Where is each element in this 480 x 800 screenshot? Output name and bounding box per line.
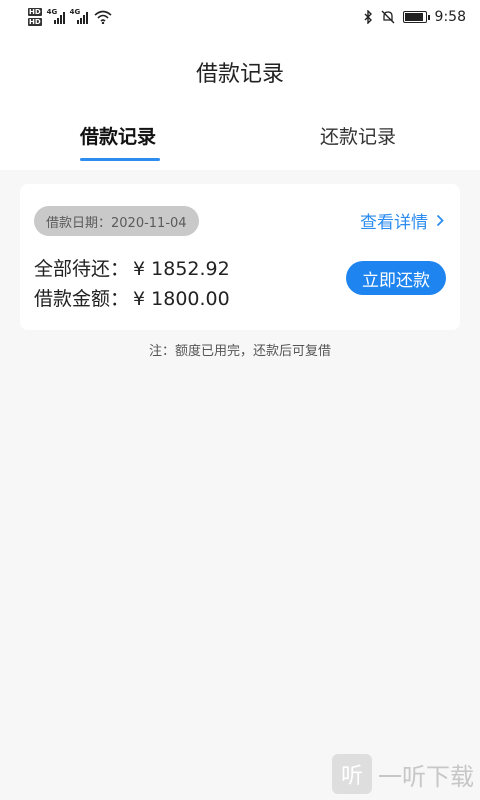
chevron-right-icon (436, 214, 444, 227)
hd-icon: HD HD (28, 8, 42, 26)
status-bar-right: 9:58 (363, 9, 466, 25)
watermark-text: 一听下载 (378, 762, 474, 791)
loan-amount-label: 借款金额： (34, 288, 130, 310)
status-bar-left: HD HD 4G 4G (28, 8, 112, 26)
wifi-icon (94, 10, 112, 24)
tab-repayment-records[interactable]: 还款记录 (320, 122, 396, 149)
view-details-link[interactable]: 查看详情 (360, 208, 444, 233)
loan-amount-value: ¥ 1800.00 (133, 288, 230, 310)
active-tab-indicator (80, 158, 160, 161)
loan-date-badge: 借款日期：2020-11-04 (34, 206, 199, 236)
outstanding-value: ¥ 1852.92 (133, 258, 230, 280)
signal-4g-icon: 4G (70, 8, 88, 24)
watermark: 听 一听下载 (332, 754, 474, 794)
outstanding-row: 全部待还： ¥ 1852.92 (34, 254, 230, 281)
watermark-logo: 听 (332, 754, 372, 794)
page-title: 借款记录 (195, 62, 284, 87)
page-header: 借款记录 借款记录 还款记录 (0, 34, 480, 170)
mute-bell-icon (381, 10, 395, 24)
loan-record-card: 借款日期：2020-11-04 查看详情 全部待还： ¥ 1852.92 借款金额… (20, 184, 460, 330)
tab-loan-records[interactable]: 借款记录 (80, 122, 156, 149)
loan-amount-row: 借款金额： ¥ 1800.00 (34, 284, 230, 311)
status-bar: HD HD 4G 4G 9:58 (0, 0, 480, 34)
repay-now-button[interactable]: 立即还款 (346, 261, 446, 295)
status-time: 9:58 (434, 9, 466, 25)
view-details-label: 查看详情 (360, 213, 428, 233)
credit-note: 注：额度已用完，还款后可复借 (148, 344, 331, 359)
battery-icon (402, 11, 430, 23)
signal-4g-icon: 4G (47, 8, 65, 24)
bluetooth-icon (364, 10, 372, 24)
outstanding-label: 全部待还： (34, 258, 130, 280)
tab-bar: 借款记录 还款记录 (0, 122, 480, 162)
